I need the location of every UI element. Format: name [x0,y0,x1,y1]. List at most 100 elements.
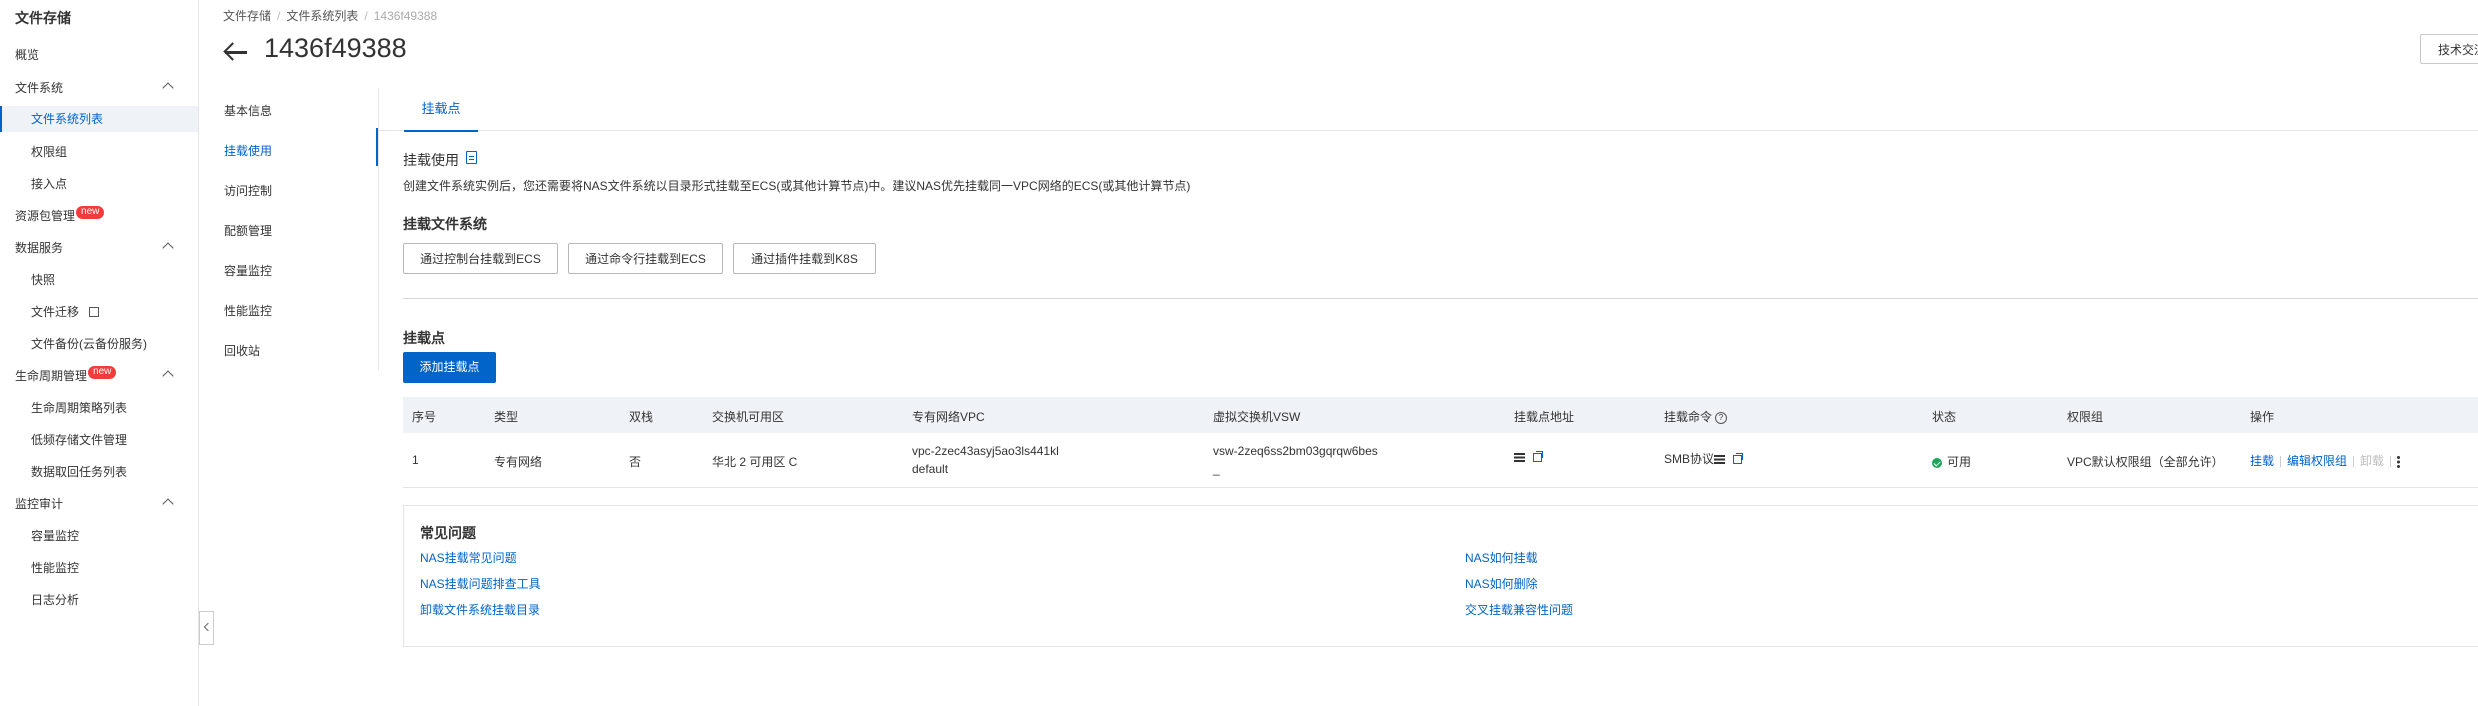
sidebar-item-lifecycle-policies[interactable]: 生命周期策略列表 [0,395,198,421]
active-indicator [376,128,378,166]
faq-link[interactable]: NAS挂载问题排查工具 [420,575,541,592]
sidebar-item-file-system-list[interactable]: 文件系统列表 [0,106,198,132]
sidebar-group-lifecycle[interactable]: 生命周期管理 new [0,363,198,389]
cell-index: 1 [412,453,419,467]
tab-mount-points[interactable]: 挂载点 [404,100,478,132]
mount-command-protocol: SMB协议 [1664,452,1715,466]
sidebar-item-label: 生命周期策略列表 [31,401,128,415]
breadcrumb-link[interactable]: 文件系统列表 [286,9,358,23]
column-header: 挂载命令? [1664,408,1728,425]
cell-dual-stack: 否 [629,455,642,469]
detail-nav-access-control[interactable]: 访问控制 [224,182,272,199]
mount-file-system-heading: 挂载文件系统 [403,216,487,232]
detail-nav-mount-usage[interactable]: 挂载使用 [224,142,272,159]
list-icon[interactable] [1714,455,1726,464]
breadcrumb-current: 1436f49388 [373,9,438,23]
cell-status: 可用 [1932,453,1971,470]
column-header: 操作 [2250,410,2275,424]
chevron-left-icon [203,622,213,632]
sidebar-group-file-system[interactable]: 文件系统 [0,75,198,101]
sidebar-item-ia-file-management[interactable]: 低频存储文件管理 [0,427,198,453]
column-header: 状态 [1932,410,1957,424]
sidebar-item-label: 性能监控 [31,561,80,575]
column-header: 类型 [494,410,519,424]
sidebar-item-overview[interactable]: 概览 [0,42,198,68]
sidebar-collapse-button[interactable] [199,611,214,645]
back-arrow-icon[interactable] [223,41,249,63]
sidebar-group-data-services[interactable]: 数据服务 [0,235,198,261]
mount-via-cli-button[interactable]: 通过命令行挂载到ECS [568,243,723,274]
table-row: 1 专有网络 否 华北 2 可用区 C vpc-2zec43asyj5ao3ls… [403,433,2478,488]
cell-mount-address [1514,450,1543,464]
help-icon[interactable]: ? [1715,411,1728,424]
mount-action-link[interactable]: 挂载 [2250,454,2274,468]
sidebar-item-label: 接入点 [31,177,68,191]
sidebar-item-performance-monitoring[interactable]: 性能监控 [0,555,198,581]
sidebar-group-label: 文件系统 [15,81,64,95]
edit-permission-group-link[interactable]: 编辑权限组 [2287,454,2347,468]
chevron-up-icon[interactable] [162,498,174,510]
support-group-button[interactable]: 技术交流群 [2420,34,2478,64]
detail-nav-capacity[interactable]: 容量监控 [224,262,272,279]
breadcrumb-link[interactable]: 文件存储 [223,9,271,23]
chevron-up-icon[interactable] [162,242,174,254]
external-link-icon [89,307,100,317]
sidebar-item-snapshots[interactable]: 快照 [0,267,198,293]
detail-nav-performance[interactable]: 性能监控 [224,302,272,319]
divider [403,298,2478,299]
detail-nav-quota[interactable]: 配额管理 [224,222,272,239]
sidebar-item-capacity-monitoring[interactable]: 容量监控 [0,523,198,549]
sidebar-item-retrieval-tasks[interactable]: 数据取回任务列表 [0,459,198,485]
sidebar-item-label: 低频存储文件管理 [31,433,128,447]
list-icon[interactable] [1514,453,1525,462]
more-vertical-icon[interactable] [2397,455,2401,468]
page-title: 1436f49388 [264,33,407,63]
sidebar-item-label: 数据取回任务列表 [31,465,128,479]
sidebar-item-permission-groups[interactable]: 权限组 [0,139,198,165]
mount-via-k8s-plugin-button[interactable]: 通过插件挂载到K8S [733,243,876,274]
sidebar-item-file-migration[interactable]: 文件迁移 [0,299,198,325]
sidebar-title: 文件存储 [15,10,71,26]
sidebar-item-label: 日志分析 [31,593,80,607]
sidebar-group-label: 数据服务 [15,241,64,255]
sidebar-group-label: 监控审计 [15,497,64,511]
faq-link[interactable]: 卸载文件系统挂载目录 [420,601,540,618]
mount-description: 创建文件系统实例后，您还需要将NAS文件系统以目录形式挂载至ECS(或其他计算节… [403,179,1191,193]
sidebar-item-file-backup[interactable]: 文件备份(云备份服务) [0,331,198,357]
check-circle-icon [1932,457,1942,468]
detail-nav-basic-info[interactable]: 基本信息 [224,102,272,119]
column-header: 虚拟交换机VSW [1213,410,1301,424]
faq-link[interactable]: NAS挂载常见问题 [420,549,517,566]
vpc-link[interactable]: vpc-2zec43asyj5ao3ls441kl [912,444,1059,458]
sidebar-item-log-analysis[interactable]: 日志分析 [0,587,198,613]
sidebar-item-label: 资源包管理 [15,209,76,223]
faq-link[interactable]: NAS如何挂载 [1465,549,1538,566]
faq-panel: 常见问题 NAS挂载常见问题 NAS挂载问题排查工具 卸载文件系统挂载目录 NA… [403,505,2478,647]
copy-icon[interactable] [1733,453,1744,465]
permission-group-link[interactable]: VPC默认权限组（全部允许） [2067,453,2224,470]
faq-link[interactable]: 交叉挂载兼容性问题 [1465,601,1573,618]
cell-mount-command: SMB协议 [1664,450,1744,467]
clipboard-icon[interactable] [466,151,477,164]
detail-nav-recycle-bin[interactable]: 回收站 [224,342,260,359]
mount-via-console-button[interactable]: 通过控制台挂载到ECS [403,243,558,274]
tab-divider [378,130,2478,131]
sidebar-group-monitoring[interactable]: 监控审计 [0,491,198,517]
add-mount-point-button[interactable]: 添加挂载点 [403,352,496,383]
chevron-up-icon[interactable] [162,82,174,94]
faq-title: 常见问题 [420,525,476,541]
faq-link[interactable]: NAS如何删除 [1465,575,1538,592]
column-header: 挂载点地址 [1514,410,1575,424]
sidebar-item-label: 快照 [31,273,56,287]
column-header: 专有网络VPC [912,410,985,424]
sidebar-item-access-points[interactable]: 接入点 [0,171,198,197]
new-badge: new [76,206,105,219]
vsw-link[interactable]: vsw-2zeq6ss2bm03gqrqw6bes [1213,444,1378,458]
new-badge: new [88,366,117,379]
chevron-up-icon[interactable] [162,370,174,382]
column-header: 交换机可用区 [712,410,785,424]
sidebar-item-resource-packages[interactable]: 资源包管理 new [0,203,198,229]
column-header: 序号 [412,410,437,424]
copy-icon[interactable] [1533,451,1543,463]
cell-vpc-name: default [912,462,949,476]
